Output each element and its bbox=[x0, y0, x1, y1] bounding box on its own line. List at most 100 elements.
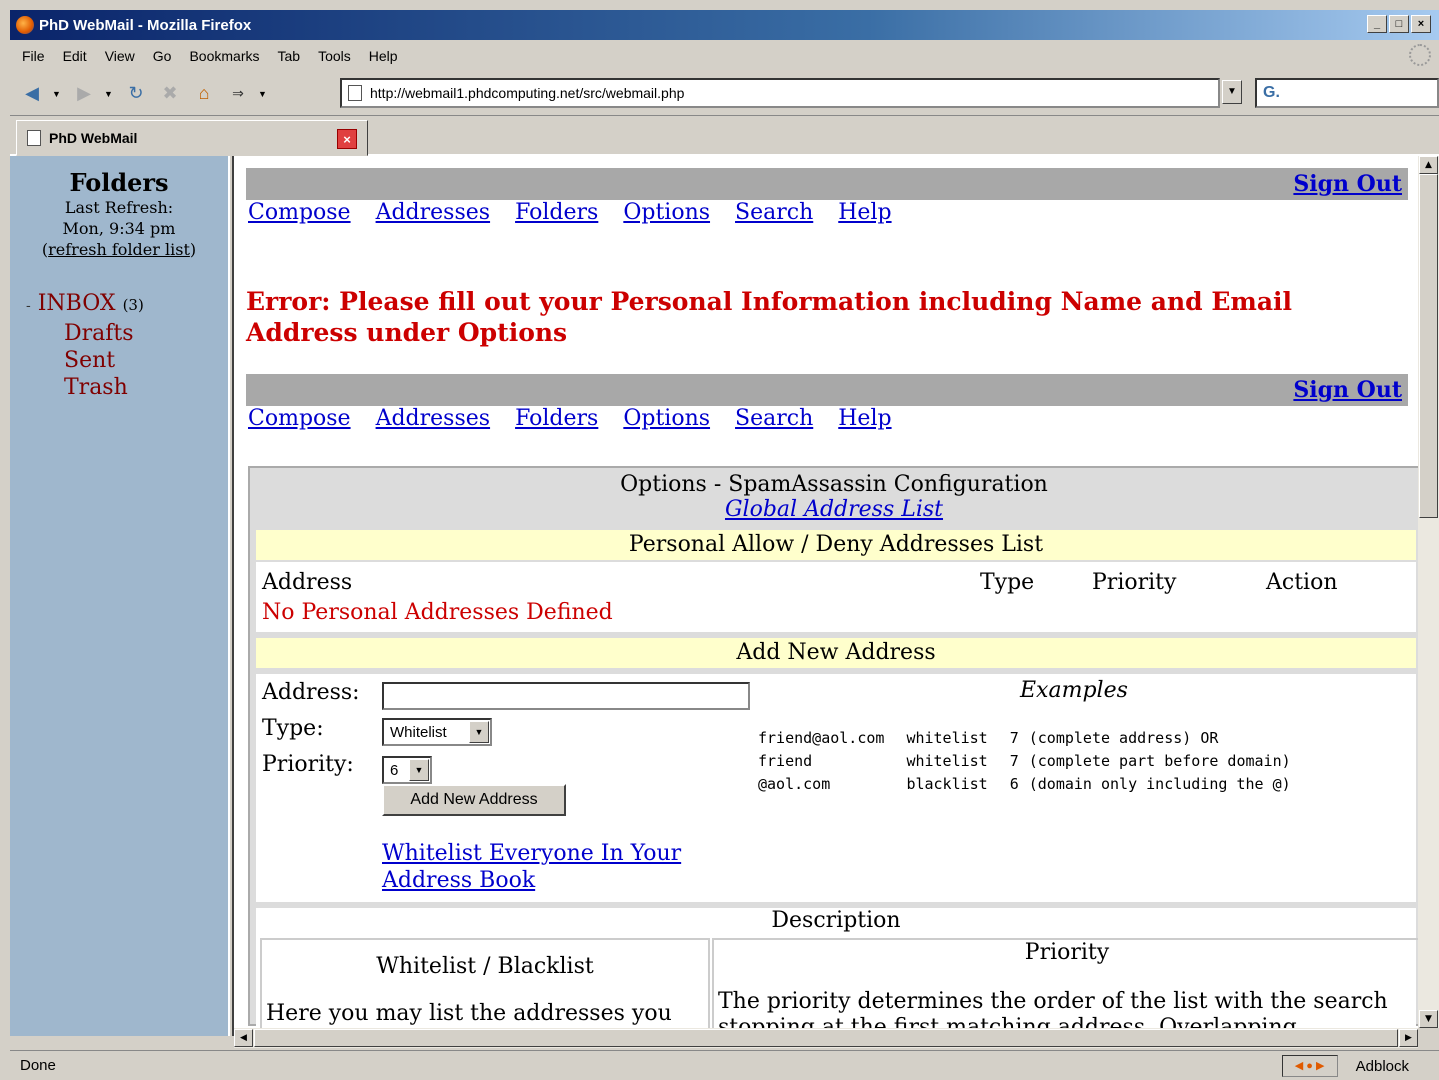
url-dropdown-icon[interactable]: ▼ bbox=[1222, 80, 1242, 104]
go-icon[interactable]: ⇒ bbox=[224, 80, 252, 108]
url-bar[interactable]: http://webmail1.phdcomputing.net/src/web… bbox=[340, 78, 1220, 108]
folder-sent[interactable]: Sent bbox=[26, 347, 228, 374]
example-priority: 7 bbox=[1009, 729, 1019, 747]
last-refresh-label: Last Refresh: bbox=[64, 198, 174, 217]
whitelist-description-title: Whitelist / Blacklist bbox=[376, 954, 594, 979]
minimize-button[interactable]: _ bbox=[1367, 15, 1387, 33]
home-icon[interactable]: ⌂ bbox=[190, 80, 218, 108]
horizontal-scrollbar[interactable]: ◀ ▶ bbox=[234, 1028, 1418, 1048]
options-link[interactable]: Options bbox=[623, 200, 710, 225]
horizontal-scroll-thumb[interactable] bbox=[254, 1029, 1398, 1047]
example-type: whitelist bbox=[906, 729, 988, 747]
priority-select[interactable]: 6 ▼ bbox=[382, 756, 432, 784]
main-content: Sign Out Compose Addresses Folders Optio… bbox=[234, 156, 1418, 1028]
folders-link[interactable]: Folders bbox=[515, 200, 598, 225]
compose-link[interactable]: Compose bbox=[248, 200, 351, 225]
whitelist-address-book-link[interactable]: Whitelist Everyone In Your Address Book bbox=[382, 840, 712, 894]
bottom-signout-bar: Sign Out bbox=[246, 374, 1408, 406]
menu-help[interactable]: Help bbox=[369, 48, 398, 64]
url-text: http://webmail1.phdcomputing.net/src/web… bbox=[370, 85, 685, 101]
menu-view[interactable]: View bbox=[105, 48, 135, 64]
inbox-count: (3) bbox=[122, 296, 144, 314]
example-row: friend whitelist 7 (complete part before… bbox=[758, 751, 1311, 772]
folders-pane: Folders Last Refresh: Mon, 9:34 pm (refr… bbox=[10, 156, 228, 1036]
sign-out-link-bottom[interactable]: Sign Out bbox=[1293, 377, 1402, 403]
column-type: Type bbox=[980, 570, 1035, 595]
menu-tab[interactable]: Tab bbox=[278, 48, 301, 64]
update-icon[interactable]: ◀ ● ▶ bbox=[1281, 1055, 1338, 1077]
back-icon[interactable]: ◀ bbox=[18, 80, 46, 108]
menu-go[interactable]: Go bbox=[153, 48, 172, 64]
example-type: whitelist bbox=[906, 752, 988, 770]
addresses-link-2[interactable]: Addresses bbox=[376, 406, 490, 431]
addresses-link[interactable]: Addresses bbox=[376, 200, 490, 225]
options-link-2[interactable]: Options bbox=[623, 406, 710, 431]
window-frame-left bbox=[0, 0, 10, 1080]
forward-icon[interactable]: ▶ bbox=[70, 80, 98, 108]
go-dropdown-icon[interactable]: ▼ bbox=[258, 89, 270, 99]
scroll-left-icon[interactable]: ◀ bbox=[234, 1029, 253, 1047]
refresh-folder-list-link[interactable]: refresh folder list bbox=[48, 240, 190, 259]
address-label: Address: bbox=[262, 680, 360, 705]
vertical-scroll-thumb[interactable] bbox=[1419, 174, 1438, 518]
maximize-button[interactable]: □ bbox=[1389, 15, 1409, 33]
search-input[interactable]: G. bbox=[1255, 78, 1439, 108]
vertical-scrollbar[interactable]: ▲ ▼ bbox=[1418, 156, 1439, 1028]
example-address: @aol.com bbox=[758, 775, 831, 793]
add-header: Add New Address bbox=[256, 638, 1416, 668]
menu-tools[interactable]: Tools bbox=[318, 48, 351, 64]
stop-icon[interactable]: ✖ bbox=[156, 80, 184, 108]
help-link[interactable]: Help bbox=[838, 200, 891, 225]
example-note: (complete part before domain) bbox=[1028, 752, 1291, 770]
menu-edit[interactable]: Edit bbox=[63, 48, 87, 64]
type-select[interactable]: Whitelist ▼ bbox=[382, 718, 492, 746]
description-panel: Description Whitelist / Blacklist Here y… bbox=[256, 908, 1418, 1028]
global-address-list-link[interactable]: Global Address List bbox=[725, 497, 943, 522]
bottom-nav-links: Compose Addresses Folders Options Search… bbox=[248, 406, 910, 431]
scroll-down-icon[interactable]: ▼ bbox=[1419, 1010, 1438, 1028]
examples-title: Examples bbox=[1020, 678, 1128, 703]
priority-description: Priority The priority determines the ord… bbox=[712, 938, 1418, 1028]
tab-phd-webmail[interactable]: PhD WebMail × bbox=[16, 120, 368, 156]
folder-trash[interactable]: Trash bbox=[26, 374, 228, 401]
priority-description-title: Priority bbox=[1024, 940, 1110, 965]
inbox-label[interactable]: INBOX bbox=[38, 291, 116, 316]
reload-icon[interactable]: ↻ bbox=[122, 80, 150, 108]
example-row: friend@aol.com whitelist 7 (complete add… bbox=[758, 728, 1311, 749]
scroll-right-icon[interactable]: ▶ bbox=[1399, 1029, 1418, 1047]
forward-dropdown-icon[interactable]: ▼ bbox=[104, 89, 116, 99]
search-link-2[interactable]: Search bbox=[735, 406, 813, 431]
priority-selected-value: 6 bbox=[390, 761, 399, 779]
close-button[interactable]: × bbox=[1411, 15, 1431, 33]
status-right: ◀ ● ▶ Adblock bbox=[1281, 1055, 1409, 1077]
search-link[interactable]: Search bbox=[735, 200, 813, 225]
scroll-up-icon[interactable]: ▲ bbox=[1419, 156, 1438, 174]
spamassassin-options-panel: Options - SpamAssassin Configuration Glo… bbox=[248, 466, 1418, 1028]
help-link-2[interactable]: Help bbox=[838, 406, 891, 431]
folders-title: Folders bbox=[69, 168, 169, 197]
sign-out-link-top[interactable]: Sign Out bbox=[1293, 171, 1402, 197]
column-action: Action bbox=[1266, 570, 1338, 595]
back-dropdown-icon[interactable]: ▼ bbox=[52, 89, 64, 99]
chevron-down-icon[interactable]: ▼ bbox=[469, 721, 489, 743]
address-field[interactable] bbox=[382, 682, 750, 710]
folder-list: - INBOX (3) Drafts Sent Trash bbox=[10, 290, 228, 401]
folder-drafts[interactable]: Drafts bbox=[26, 320, 228, 347]
folder-inbox[interactable]: - INBOX (3) bbox=[26, 290, 228, 320]
adblock-label[interactable]: Adblock bbox=[1356, 1058, 1409, 1075]
column-address: Address bbox=[262, 570, 353, 595]
menu-file[interactable]: File bbox=[22, 48, 45, 64]
navigation-toolbar: ◀ ▼ ▶ ▼ ↻ ✖ ⌂ ⇒ ▼ http://webmail1.phdcom… bbox=[10, 72, 1439, 116]
description-title: Description bbox=[771, 908, 901, 933]
folders-link-2[interactable]: Folders bbox=[515, 406, 598, 431]
compose-link-2[interactable]: Compose bbox=[248, 406, 351, 431]
status-text: Done bbox=[20, 1057, 56, 1074]
menu-bookmarks[interactable]: Bookmarks bbox=[189, 48, 259, 64]
tab-close-icon[interactable]: × bbox=[337, 129, 357, 149]
chevron-down-icon[interactable]: ▼ bbox=[409, 759, 429, 781]
collapse-icon[interactable]: - bbox=[26, 298, 31, 314]
example-type: blacklist bbox=[906, 775, 988, 793]
add-new-address-button[interactable]: Add New Address bbox=[382, 784, 566, 816]
options-title: Options - SpamAssassin Configuration bbox=[620, 472, 1048, 497]
address-list-table: Address Type Priority Action No Personal… bbox=[256, 562, 1416, 632]
